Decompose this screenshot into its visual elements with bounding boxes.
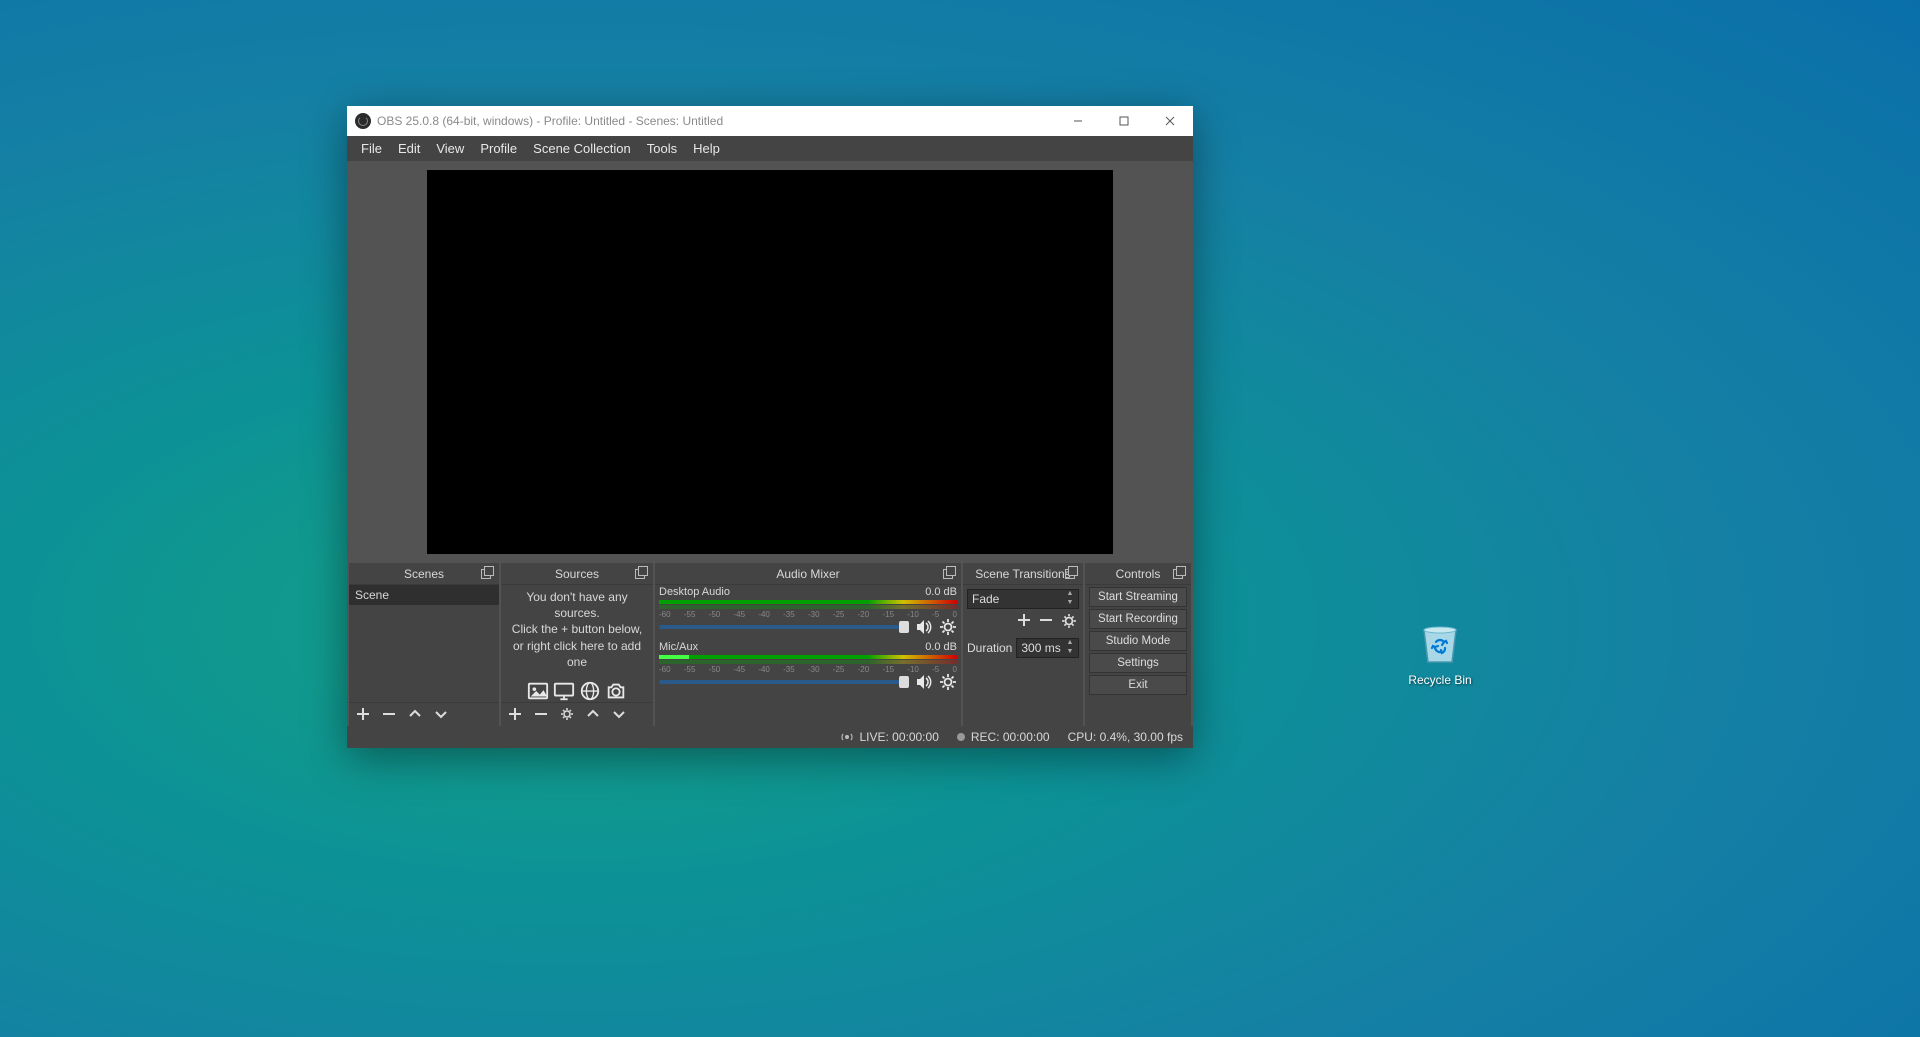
- dock-title-sources[interactable]: Sources: [501, 563, 653, 585]
- recycle-bin-icon: [1416, 618, 1464, 666]
- popout-icon[interactable]: [1173, 567, 1187, 581]
- dock-controls: Controls Start Streaming Start Recording…: [1085, 563, 1191, 726]
- transition-properties-button[interactable]: [1061, 613, 1077, 634]
- volume-slider[interactable]: [659, 680, 909, 684]
- dock-title-transitions[interactable]: Scene Transitions: [963, 563, 1083, 585]
- menu-help[interactable]: Help: [685, 138, 728, 159]
- transition-select[interactable]: Fade ▲▼: [967, 589, 1079, 609]
- obs-window: OBS 25.0.8 (64-bit, windows) - Profile: …: [347, 106, 1193, 748]
- dock-title-mixer[interactable]: Audio Mixer: [655, 563, 961, 585]
- dock-title-label: Scene Transitions: [975, 567, 1070, 581]
- sources-list[interactable]: You don't have any sources. Click the + …: [501, 585, 653, 702]
- gear-icon[interactable]: [939, 673, 957, 691]
- image-icon: [527, 680, 549, 702]
- add-source-button[interactable]: [507, 706, 523, 722]
- popout-icon[interactable]: [481, 567, 495, 581]
- menu-file[interactable]: File: [353, 138, 390, 159]
- dock-sources: Sources You don't have any sources. Clic…: [501, 563, 653, 726]
- speaker-icon[interactable]: [915, 618, 933, 636]
- audio-meter: -60-55-50-45-40-35-30-25-20-15-10-50: [659, 655, 957, 671]
- move-scene-down-button[interactable]: [433, 706, 449, 722]
- menu-tools[interactable]: Tools: [639, 138, 685, 159]
- sources-hint-icons: [501, 680, 653, 702]
- popout-icon[interactable]: [1065, 567, 1079, 581]
- sources-empty-text: You don't have any sources. Click the + …: [501, 585, 653, 674]
- maximize-button[interactable]: [1101, 106, 1147, 136]
- preview-canvas[interactable]: [427, 170, 1113, 554]
- globe-icon: [579, 680, 601, 702]
- menubar: File Edit View Profile Scene Collection …: [347, 136, 1193, 161]
- dock-transitions: Scene Transitions Fade ▲▼ Duration 300 m…: [963, 563, 1083, 726]
- desktop-icon-label: Recycle Bin: [1400, 673, 1480, 687]
- settings-button[interactable]: Settings: [1089, 653, 1187, 673]
- menu-edit[interactable]: Edit: [390, 138, 428, 159]
- mixer-channel: Mic/Aux 0.0 dB -60-55-50-45-40-35-30-25-2…: [655, 640, 961, 695]
- menu-profile[interactable]: Profile: [472, 138, 525, 159]
- spin-up-icon[interactable]: ▲: [1064, 639, 1076, 648]
- dock-title-scenes[interactable]: Scenes: [349, 563, 499, 585]
- start-streaming-button[interactable]: Start Streaming: [1089, 587, 1187, 607]
- statusbar: LIVE: 00:00:00 REC: 00:00:00 CPU: 0.4%, …: [347, 726, 1193, 748]
- menu-scene-collection[interactable]: Scene Collection: [525, 138, 639, 159]
- scene-item[interactable]: Scene: [349, 585, 499, 605]
- dock-audio-mixer: Audio Mixer Desktop Audio 0.0 dB -60-55-5…: [655, 563, 961, 726]
- preview-area: [347, 161, 1193, 563]
- dock-title-label: Audio Mixer: [776, 567, 839, 581]
- broadcast-icon: [841, 731, 853, 743]
- dock-scenes: Scenes Scene: [349, 563, 499, 726]
- remove-scene-button[interactable]: [381, 706, 397, 722]
- dock-title-label: Controls: [1116, 567, 1161, 581]
- obs-icon: [355, 113, 371, 129]
- dock-title-controls[interactable]: Controls: [1085, 563, 1191, 585]
- camera-icon: [605, 680, 627, 702]
- audio-meter: -60-55-50-45-40-35-30-25-20-15-10-50: [659, 600, 957, 616]
- record-dot-icon: [957, 733, 965, 741]
- display-icon: [553, 680, 575, 702]
- menu-view[interactable]: View: [428, 138, 472, 159]
- minimize-button[interactable]: [1055, 106, 1101, 136]
- channel-level: 0.0 dB: [925, 641, 957, 653]
- move-scene-up-button[interactable]: [407, 706, 423, 722]
- exit-button[interactable]: Exit: [1089, 675, 1187, 695]
- duration-input[interactable]: 300 ms ▲▼: [1016, 638, 1079, 658]
- close-button[interactable]: [1147, 106, 1193, 136]
- popout-icon[interactable]: [635, 567, 649, 581]
- spin-up-icon[interactable]: ▲: [1064, 590, 1076, 599]
- sources-toolbar: [501, 702, 653, 726]
- popout-icon[interactable]: [943, 567, 957, 581]
- duration-value: 300 ms: [1021, 641, 1060, 655]
- titlebar[interactable]: OBS 25.0.8 (64-bit, windows) - Profile: …: [347, 106, 1193, 136]
- source-properties-button[interactable]: [559, 706, 575, 722]
- duration-label: Duration: [967, 641, 1012, 655]
- gear-icon[interactable]: [939, 618, 957, 636]
- channel-level: 0.0 dB: [925, 586, 957, 598]
- move-source-up-button[interactable]: [585, 706, 601, 722]
- channel-name: Mic/Aux: [659, 641, 698, 653]
- scenes-toolbar: [349, 702, 499, 726]
- speaker-icon[interactable]: [915, 673, 933, 691]
- spin-down-icon[interactable]: ▼: [1064, 599, 1076, 608]
- volume-slider[interactable]: [659, 625, 909, 629]
- mixer-channel: Desktop Audio 0.0 dB -60-55-50-45-40-35-3…: [655, 585, 961, 640]
- start-recording-button[interactable]: Start Recording: [1089, 609, 1187, 629]
- remove-transition-button[interactable]: [1039, 613, 1053, 634]
- add-scene-button[interactable]: [355, 706, 371, 722]
- channel-name: Desktop Audio: [659, 586, 730, 598]
- studio-mode-button[interactable]: Studio Mode: [1089, 631, 1187, 651]
- transition-selected: Fade: [972, 592, 999, 606]
- window-title: OBS 25.0.8 (64-bit, windows) - Profile: …: [377, 114, 1055, 128]
- dock-title-label: Sources: [555, 567, 599, 581]
- desktop-icon-recycle-bin[interactable]: Recycle Bin: [1400, 618, 1480, 687]
- status-live: LIVE: 00:00:00: [841, 730, 938, 744]
- remove-source-button[interactable]: [533, 706, 549, 722]
- status-cpu: CPU: 0.4%, 30.00 fps: [1068, 730, 1183, 744]
- add-transition-button[interactable]: [1017, 613, 1031, 634]
- dock-title-label: Scenes: [404, 567, 444, 581]
- spin-down-icon[interactable]: ▼: [1064, 648, 1076, 657]
- move-source-down-button[interactable]: [611, 706, 627, 722]
- status-rec: REC: 00:00:00: [957, 730, 1050, 744]
